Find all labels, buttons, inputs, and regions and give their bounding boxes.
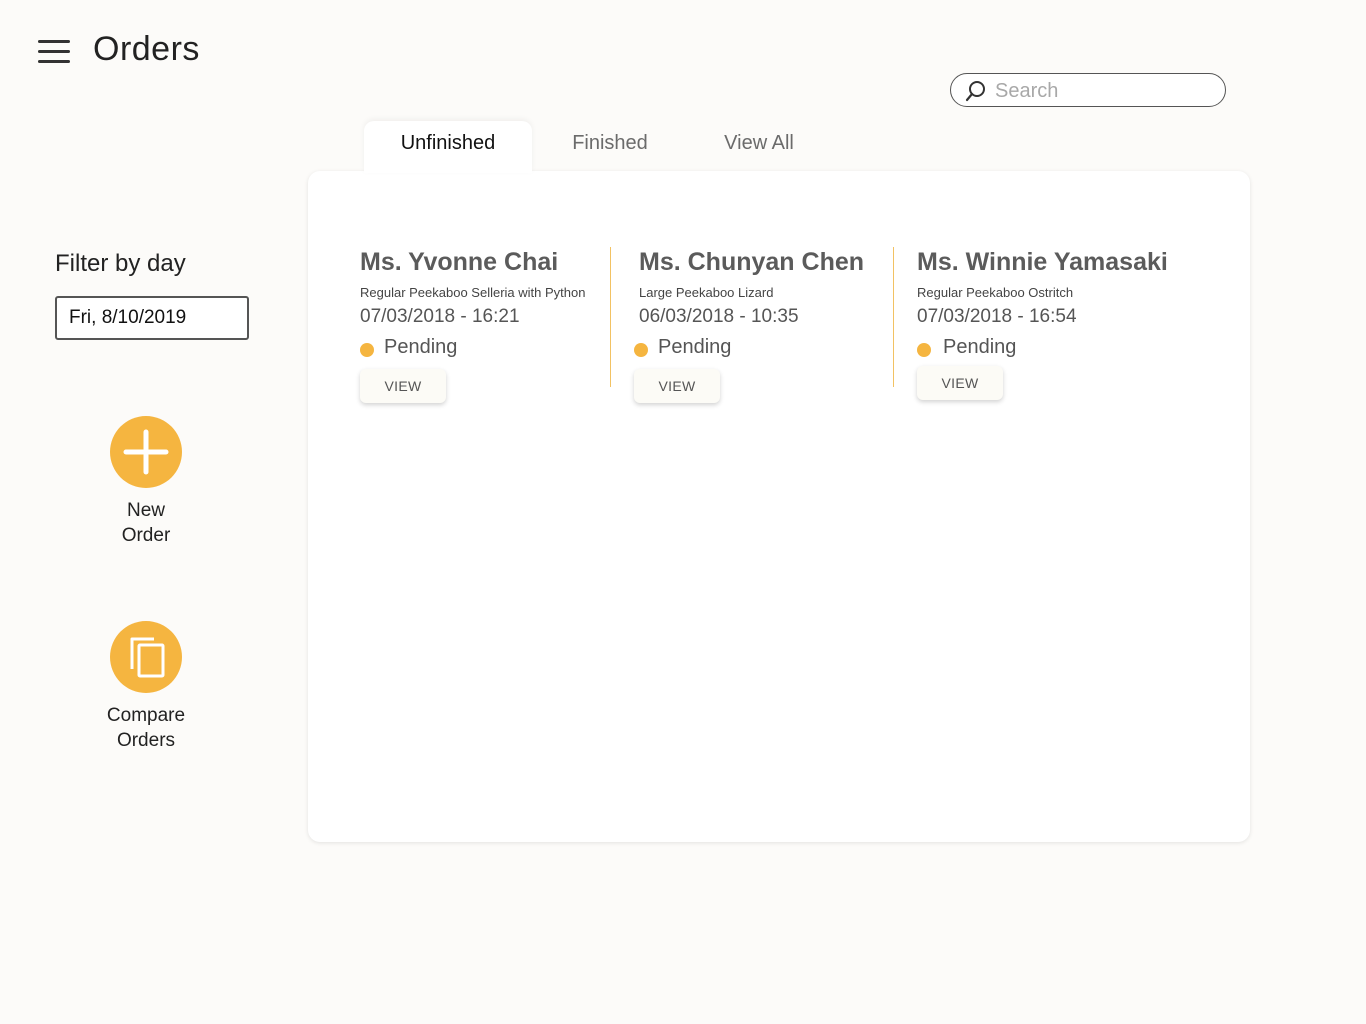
copy-icon xyxy=(130,637,165,678)
order-card: Ms. Chunyan Chen Large Peekaboo Lizard 0… xyxy=(634,248,899,408)
view-button[interactable]: VIEW xyxy=(360,369,446,403)
status-badge: Pending xyxy=(634,336,899,359)
compare-orders-circle xyxy=(110,621,182,693)
new-order-circle xyxy=(110,416,182,488)
status-badge: Pending xyxy=(917,336,1177,359)
view-button[interactable]: VIEW xyxy=(634,369,720,403)
page-title: Orders xyxy=(93,30,200,68)
product-name: Regular Peekaboo Ostritch xyxy=(917,285,1074,300)
plus-icon xyxy=(123,429,169,475)
compare-orders-button[interactable]: Compare Orders xyxy=(66,621,226,753)
hamburger-menu-icon xyxy=(38,40,70,43)
card-divider xyxy=(610,247,611,387)
new-order-button[interactable]: New Order xyxy=(66,416,226,548)
order-card: Ms. Yvonne Chai Regular Peekaboo Selleri… xyxy=(360,248,620,408)
filter-label: Filter by day xyxy=(55,250,186,277)
card-divider xyxy=(893,247,894,387)
customer-name: Ms. Winnie Yamasaki xyxy=(917,248,1168,276)
status-dot-icon xyxy=(917,343,931,357)
search-box[interactable] xyxy=(950,73,1226,107)
hamburger-menu-icon-bar xyxy=(38,60,70,63)
product-name: Regular Peekaboo Selleria with Python xyxy=(360,285,586,300)
order-datetime: 07/03/2018 - 16:21 xyxy=(360,306,520,327)
status-text: Pending xyxy=(658,336,732,358)
customer-name: Ms. Chunyan Chen xyxy=(639,248,865,276)
order-datetime: 07/03/2018 - 16:54 xyxy=(917,306,1077,327)
status-text: Pending xyxy=(384,336,458,358)
tab-finished[interactable]: Finished xyxy=(532,121,688,173)
orders-panel: Ms. Yvonne Chai Regular Peekaboo Selleri… xyxy=(308,171,1250,842)
order-card: Ms. Winnie Yamasaki Regular Peekaboo Ost… xyxy=(917,248,1177,408)
search-input[interactable] xyxy=(993,78,1217,104)
status-badge: Pending xyxy=(360,336,620,359)
tab-unfinished[interactable]: Unfinished xyxy=(364,121,532,173)
view-button[interactable]: VIEW xyxy=(917,366,1003,400)
product-name: Large Peekaboo Lizard xyxy=(639,285,774,300)
search-icon xyxy=(965,81,985,102)
compare-orders-label: Compare Orders xyxy=(106,705,186,751)
status-text: Pending xyxy=(943,336,1017,358)
status-dot-icon xyxy=(360,343,374,357)
date-filter-field[interactable]: Fri, 8/10/2019 xyxy=(55,296,249,340)
menu-button[interactable] xyxy=(38,38,72,66)
order-datetime: 06/03/2018 - 10:35 xyxy=(639,306,799,327)
status-dot-icon xyxy=(634,343,648,357)
customer-name: Ms. Yvonne Chai xyxy=(360,248,559,276)
hamburger-menu-icon-bar xyxy=(38,50,70,53)
new-order-label: New Order xyxy=(121,500,171,546)
tab-view-all[interactable]: View All xyxy=(688,121,830,173)
